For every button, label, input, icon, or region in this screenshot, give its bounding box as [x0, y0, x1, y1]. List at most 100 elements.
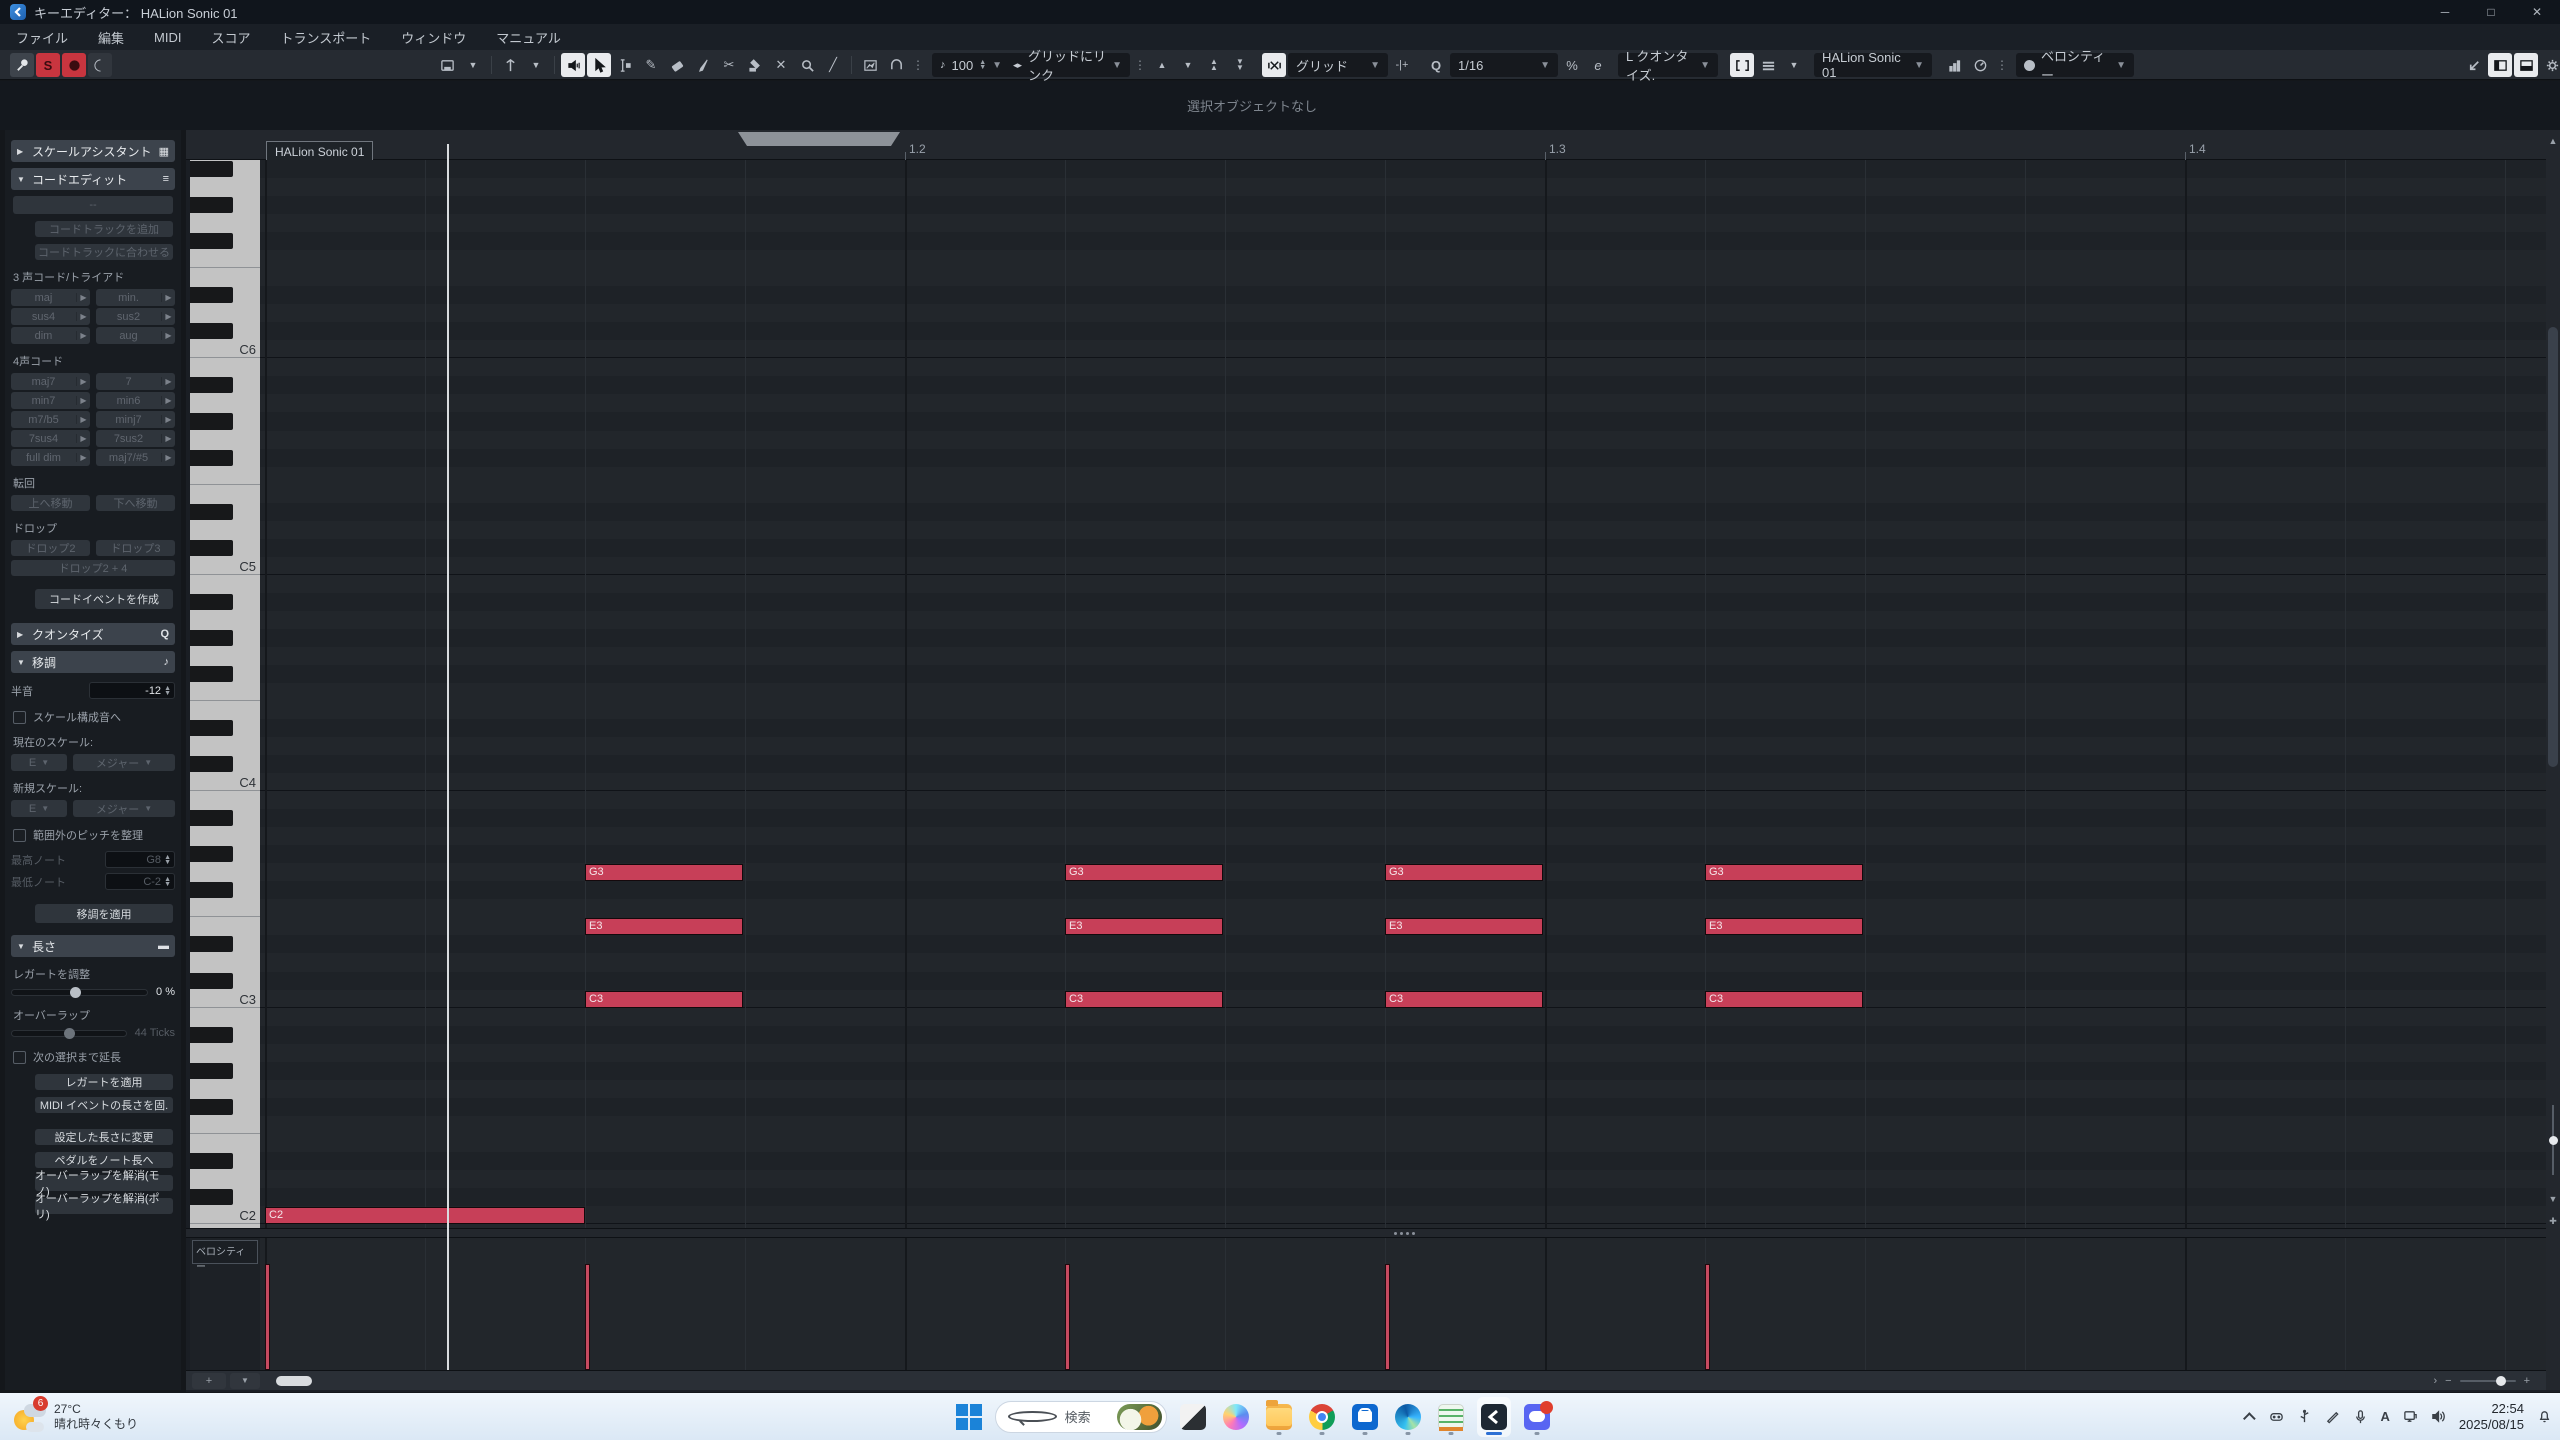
- grid-link-dropdown[interactable]: ◂▸ グリッドにリンク ▼: [1005, 49, 1130, 83]
- freeze-lengths-button[interactable]: MIDI イベントの長さを固.: [35, 1097, 173, 1113]
- velocity-bar[interactable]: [1385, 1264, 1390, 1370]
- quantize-q-icon[interactable]: Q: [1424, 53, 1448, 77]
- piano-key[interactable]: [190, 431, 260, 449]
- audition-speaker-icon[interactable]: [561, 53, 585, 77]
- piano-key[interactable]: [190, 521, 260, 539]
- legato-slider[interactable]: [11, 986, 149, 998]
- tidy-pitches-checkbox[interactable]: [13, 828, 26, 842]
- left-zone-toggle[interactable]: [2488, 53, 2512, 77]
- horizontal-scroll-thumb[interactable]: [276, 1376, 312, 1386]
- piano-key[interactable]: [190, 719, 260, 737]
- vzoom-plus[interactable]: ✚: [2546, 1216, 2560, 1227]
- snap-type-dropdown[interactable]: グリッド ▼: [1288, 53, 1388, 77]
- lane-divider[interactable]: [186, 1228, 2546, 1238]
- taskbar-cubase[interactable]: [1477, 1396, 1511, 1437]
- tetrad-button-maj7[interactable]: maj7 ▶: [11, 373, 90, 390]
- velocity-bar[interactable]: [265, 1264, 270, 1370]
- piano-key[interactable]: [190, 665, 260, 683]
- piano-key[interactable]: [190, 809, 260, 827]
- hzoom-minus[interactable]: −: [2445, 1375, 2451, 1387]
- piano-key[interactable]: [190, 863, 260, 881]
- pedal-to-length-button[interactable]: ペダルをノート長へ: [35, 1152, 173, 1168]
- triad-button-sus2[interactable]: sus2 ▶: [96, 308, 175, 325]
- piano-key[interactable]: [190, 322, 260, 340]
- setup-toolbar-gear-icon[interactable]: [2540, 53, 2560, 77]
- velocity-bar[interactable]: [1705, 1264, 1710, 1370]
- scroll-right-arrow[interactable]: ›: [2433, 1375, 2437, 1387]
- section-length[interactable]: ▼ 長さ ▬: [11, 935, 175, 957]
- glue-tool[interactable]: [743, 53, 767, 77]
- tetrad-button-m7b5[interactable]: m7/b5 ▶: [11, 411, 90, 428]
- network-icon[interactable]: [2403, 1409, 2418, 1424]
- max-note-spinner[interactable]: G8 ▲ ▼: [105, 851, 175, 868]
- piano-key[interactable]: [190, 1026, 260, 1044]
- midi-note-E3[interactable]: E3: [1385, 918, 1543, 936]
- piano-key[interactable]: [190, 539, 260, 557]
- maximize-button[interactable]: □: [2468, 0, 2514, 24]
- midi-note-G3[interactable]: G3: [1705, 864, 1863, 882]
- taskbar-discord[interactable]: [1520, 1397, 1554, 1437]
- taskbar-snipping-tool[interactable]: [1176, 1397, 1210, 1437]
- piano-keyboard[interactable]: C6 C5 C4 C3 C2: [190, 160, 260, 1228]
- piano-key[interactable]: [190, 250, 260, 269]
- piano-key[interactable]: [190, 1080, 260, 1098]
- to-scale-checkbox[interactable]: [13, 710, 26, 724]
- set-length-button[interactable]: 設定した長さに変更: [35, 1129, 173, 1145]
- taskbar-clock[interactable]: 22:54 2025/08/15: [2459, 1401, 2524, 1433]
- scroll-down-arrow[interactable]: ▼: [2546, 1194, 2560, 1204]
- drop24-button[interactable]: ドロップ2 + 4: [11, 560, 175, 576]
- acoustic-feedback-icon[interactable]: [435, 53, 459, 77]
- taskbar-chrome[interactable]: [1305, 1397, 1339, 1437]
- zoom-tool[interactable]: [795, 53, 819, 77]
- drop2-button[interactable]: ドロップ2: [11, 540, 90, 556]
- piano-key[interactable]: [190, 304, 260, 322]
- piano-key[interactable]: [190, 737, 260, 755]
- apply-transpose-button[interactable]: 移調を適用: [35, 904, 173, 923]
- notification-bell-icon[interactable]: [2537, 1409, 2552, 1424]
- part-borders-icon[interactable]: [1730, 53, 1754, 77]
- piano-key[interactable]: [190, 647, 260, 665]
- drop3-button[interactable]: ドロップ3: [96, 540, 175, 556]
- trim-tool[interactable]: [613, 53, 637, 77]
- menu-item-1[interactable]: 編集: [98, 28, 124, 47]
- loop-options-dots[interactable]: ⋮: [912, 58, 924, 72]
- controller-icon[interactable]: [2269, 1409, 2284, 1424]
- feedback-dropdown-caret[interactable]: ▼: [461, 53, 485, 77]
- part-list-caret[interactable]: ▼: [1782, 53, 1806, 77]
- add-chord-track-button[interactable]: コードトラックを追加: [35, 221, 173, 237]
- midi-note-G3[interactable]: G3: [1065, 864, 1223, 882]
- add-controller-lane-button[interactable]: +: [192, 1372, 226, 1389]
- piano-key[interactable]: [190, 394, 260, 412]
- piano-key[interactable]: [190, 358, 260, 376]
- taskbar-microsoft-store[interactable]: [1348, 1397, 1382, 1437]
- nudge-top-button[interactable]: ▲ ▲: [1202, 53, 1226, 77]
- nudge-up-button[interactable]: ▲: [1150, 53, 1174, 77]
- triad-button-aug[interactable]: aug ▶: [96, 327, 175, 344]
- menu-item-3[interactable]: スコア: [211, 28, 250, 47]
- midi-note-C3[interactable]: C3: [1705, 990, 1863, 1008]
- piano-key[interactable]: [190, 232, 260, 250]
- object-selection-tool[interactable]: [587, 53, 611, 77]
- piano-key[interactable]: C4: [190, 773, 260, 792]
- piano-key[interactable]: [190, 449, 260, 467]
- piano-key[interactable]: [190, 1044, 260, 1062]
- piano-key[interactable]: [190, 972, 260, 990]
- piano-key[interactable]: [190, 899, 260, 918]
- new-mode-dropdown[interactable]: メジャー ▼: [73, 800, 175, 817]
- pin-button[interactable]: [10, 53, 34, 77]
- piano-key[interactable]: C5: [190, 557, 260, 575]
- piano-key[interactable]: [190, 268, 260, 286]
- current-mode-dropdown[interactable]: メジャー ▼: [73, 754, 175, 771]
- lane-preset-caret[interactable]: ▼: [230, 1372, 260, 1389]
- vertical-scroll-thumb[interactable]: [2548, 327, 2558, 767]
- triad-button-maj[interactable]: maj ▶: [11, 289, 90, 306]
- piano-key[interactable]: [190, 683, 260, 701]
- current-root-dropdown[interactable]: E ▼: [11, 754, 67, 771]
- overlap-slider[interactable]: [11, 1027, 127, 1039]
- quantize-preset-dropdown[interactable]: 1/16 ▼: [1450, 53, 1558, 77]
- part-selector-dropdown[interactable]: HALion Sonic 01 ▼: [1814, 50, 1932, 80]
- usb-icon[interactable]: [2297, 1409, 2312, 1424]
- match-chord-track-button[interactable]: コードトラックに合わせる: [35, 244, 173, 260]
- mute-tool[interactable]: ✕: [769, 53, 793, 77]
- taskbar-edge[interactable]: [1391, 1397, 1425, 1437]
